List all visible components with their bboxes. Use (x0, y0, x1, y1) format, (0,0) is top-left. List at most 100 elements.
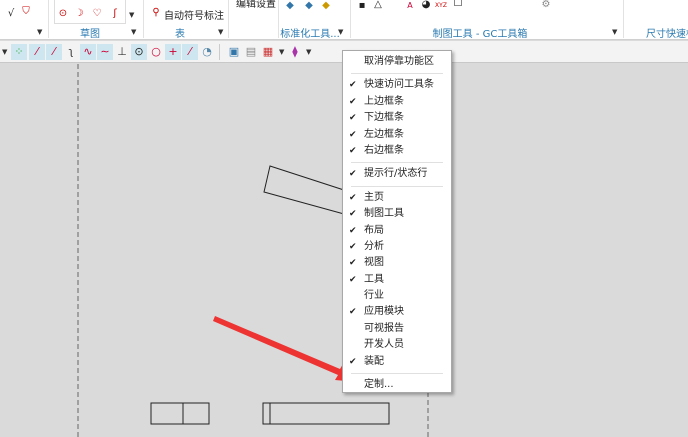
menu-item-label: 制图工具 (364, 208, 404, 220)
menu-item-label: 行业 (364, 290, 384, 302)
check-icon: ✔ (349, 169, 357, 180)
grid-icon[interactable]: ▦ (260, 44, 276, 60)
chevron-down-icon[interactable]: ▼ (129, 11, 134, 19)
filter-icon[interactable]: ⧫ (287, 44, 303, 60)
menu-item-label: 视图 (364, 257, 384, 269)
xyz-icon[interactable]: XYZ (435, 0, 447, 12)
group-dimension: 尺寸快速标 (646, 29, 688, 40)
check-icon: ✔ (349, 274, 357, 285)
menu-item-label: 装配 (364, 355, 384, 367)
view-icon[interactable]: ▣ (226, 44, 242, 60)
snap-icon[interactable]: ⁘ (11, 44, 27, 60)
point-icon[interactable]: + (165, 44, 181, 60)
text-icon[interactable]: A (404, 0, 416, 12)
check-icon[interactable]: √ (5, 8, 17, 20)
tool-icon[interactable]: ▪ (356, 0, 368, 12)
midpoint-icon[interactable]: ⁄ (46, 44, 62, 60)
menu-item[interactable]: ✔ 工具 (343, 272, 451, 288)
menu-item-label: 提示行/状态行 (364, 168, 428, 180)
menu-item[interactable]: 行业 (343, 288, 451, 304)
menu-item-label: 应用模块 (364, 306, 404, 318)
rotated-rect (263, 165, 351, 215)
menu-item-label: 可视报告 (364, 322, 404, 334)
menu-item[interactable]: ✔ 视图 (343, 255, 451, 271)
menu-item-label: 开发人员 (364, 339, 404, 351)
menu-item[interactable]: 可视报告 (343, 321, 451, 337)
window-icon[interactable]: ▤ (243, 44, 259, 60)
sketch-gallery: ⊙ ☽ ♡ ʃ (54, 0, 126, 24)
menu-item-label: 上边框条 (364, 95, 404, 107)
group-sketch: 草图 (80, 29, 100, 40)
box-icon[interactable]: ☐ (452, 0, 464, 10)
menu-item-label: 主页 (364, 191, 384, 203)
check-icon: ✔ (349, 307, 357, 318)
menu-item[interactable]: 开发人员 (343, 337, 451, 353)
chevron-down-icon[interactable]: ▼ (2, 48, 7, 56)
rect-view (150, 402, 210, 425)
spline-icon[interactable]: ʃ (109, 8, 121, 20)
menu-item[interactable]: ✔ 提示行/状态行 (343, 166, 451, 182)
symbol-icon[interactable]: ◕ (420, 0, 432, 11)
menu-item[interactable]: ✔ 制图工具 (343, 206, 451, 222)
auto-symbol-icon[interactable]: ⚲ (150, 7, 162, 19)
chevron-down-icon[interactable]: ▼ (279, 48, 284, 56)
tool-icon[interactable]: ◆ (284, 0, 296, 12)
chevron-down-icon[interactable]: ▼ (612, 28, 617, 36)
menu-item[interactable]: ✔ 装配 (343, 354, 451, 370)
menu-item[interactable]: 定制... (343, 377, 451, 393)
chevron-down-icon[interactable]: ▼ (338, 28, 343, 36)
circle-icon[interactable]: ⊙ (57, 8, 69, 20)
menu-item[interactable]: ✔ 快速访问工具条 (343, 77, 451, 93)
menu-item-label: 定制... (364, 379, 394, 391)
group-table: 表 (175, 29, 185, 40)
menu-item-label: 取消停靠功能区 (364, 56, 434, 67)
check-icon: ✔ (349, 113, 357, 124)
auto-symbol-button[interactable]: 自动符号标注 (164, 7, 224, 22)
menu-item[interactable]: ✔ 分析 (343, 239, 451, 255)
check-icon: ✔ (349, 241, 357, 252)
chevron-down-icon[interactable]: ▼ (37, 28, 42, 36)
stamp-icon[interactable]: ⛉ (20, 6, 32, 18)
tool-icon[interactable]: ◆ (303, 0, 315, 12)
edit-settings-button[interactable]: 编辑设置 (236, 0, 276, 10)
center-icon[interactable]: ⊙ (131, 44, 147, 60)
tool-icon[interactable]: ◆ (320, 0, 332, 12)
group-gc-toolbox: 制图工具 - GC工具箱 (432, 29, 528, 40)
chevron-down-icon[interactable]: ▼ (131, 28, 136, 36)
menu-item[interactable]: ✔ 右边框条 (343, 143, 451, 159)
intersection-icon[interactable]: ∿ (80, 44, 96, 60)
menu-item-label: 布局 (364, 224, 384, 236)
endpoint-icon[interactable]: ⁄ (29, 44, 45, 60)
red-arrow (213, 316, 357, 382)
check-icon: ✔ (349, 356, 357, 367)
shape-icon[interactable]: ♡ (91, 8, 103, 20)
menu-item[interactable]: ✔ 上边框条 (343, 94, 451, 110)
group-standard-tools: 标准化工具... (280, 29, 340, 40)
tangent-icon[interactable]: ⊥ (114, 44, 130, 60)
spline-point-icon[interactable]: ∼ (97, 44, 113, 60)
line-point-icon[interactable]: ⁄ (182, 44, 198, 60)
menu-item-label: 下边框条 (364, 112, 404, 124)
quadrant-icon[interactable]: ○ (148, 44, 164, 60)
menu-item[interactable]: ✔ 左边框条 (343, 127, 451, 143)
menu-separator (351, 73, 443, 75)
ribbon: √ ⛉ ▼ ⊙ ☽ ♡ ʃ ▼ 草图 ▼ ⚲ 自动符号标注 表 ▼ 编辑设置 ◆… (0, 0, 688, 40)
menu-separator (351, 162, 443, 164)
menu-separator (351, 185, 443, 187)
menu-item[interactable]: ✔ 应用模块 (343, 304, 451, 320)
chevron-down-icon[interactable]: ▼ (306, 48, 311, 56)
face-icon[interactable]: ◔ (199, 44, 215, 60)
menu-item[interactable]: ✔ 布局 (343, 223, 451, 239)
curve-icon[interactable]: ʅ (63, 44, 79, 60)
chevron-down-icon[interactable]: ▼ (218, 28, 223, 36)
triangle-icon[interactable]: △ (372, 0, 384, 11)
rect-view (262, 402, 390, 425)
arc-icon[interactable]: ☽ (73, 8, 85, 20)
gear-icon[interactable]: ⚙ (540, 0, 552, 11)
menu-item-label: 左边框条 (364, 128, 404, 140)
menu-item-label: 快速访问工具条 (364, 79, 434, 91)
menu-item[interactable]: ✔ 主页 (343, 190, 451, 206)
menu-item[interactable]: ✔ 下边框条 (343, 110, 451, 126)
check-icon: ✔ (349, 225, 357, 236)
menu-item[interactable]: 取消停靠功能区 (343, 54, 451, 70)
